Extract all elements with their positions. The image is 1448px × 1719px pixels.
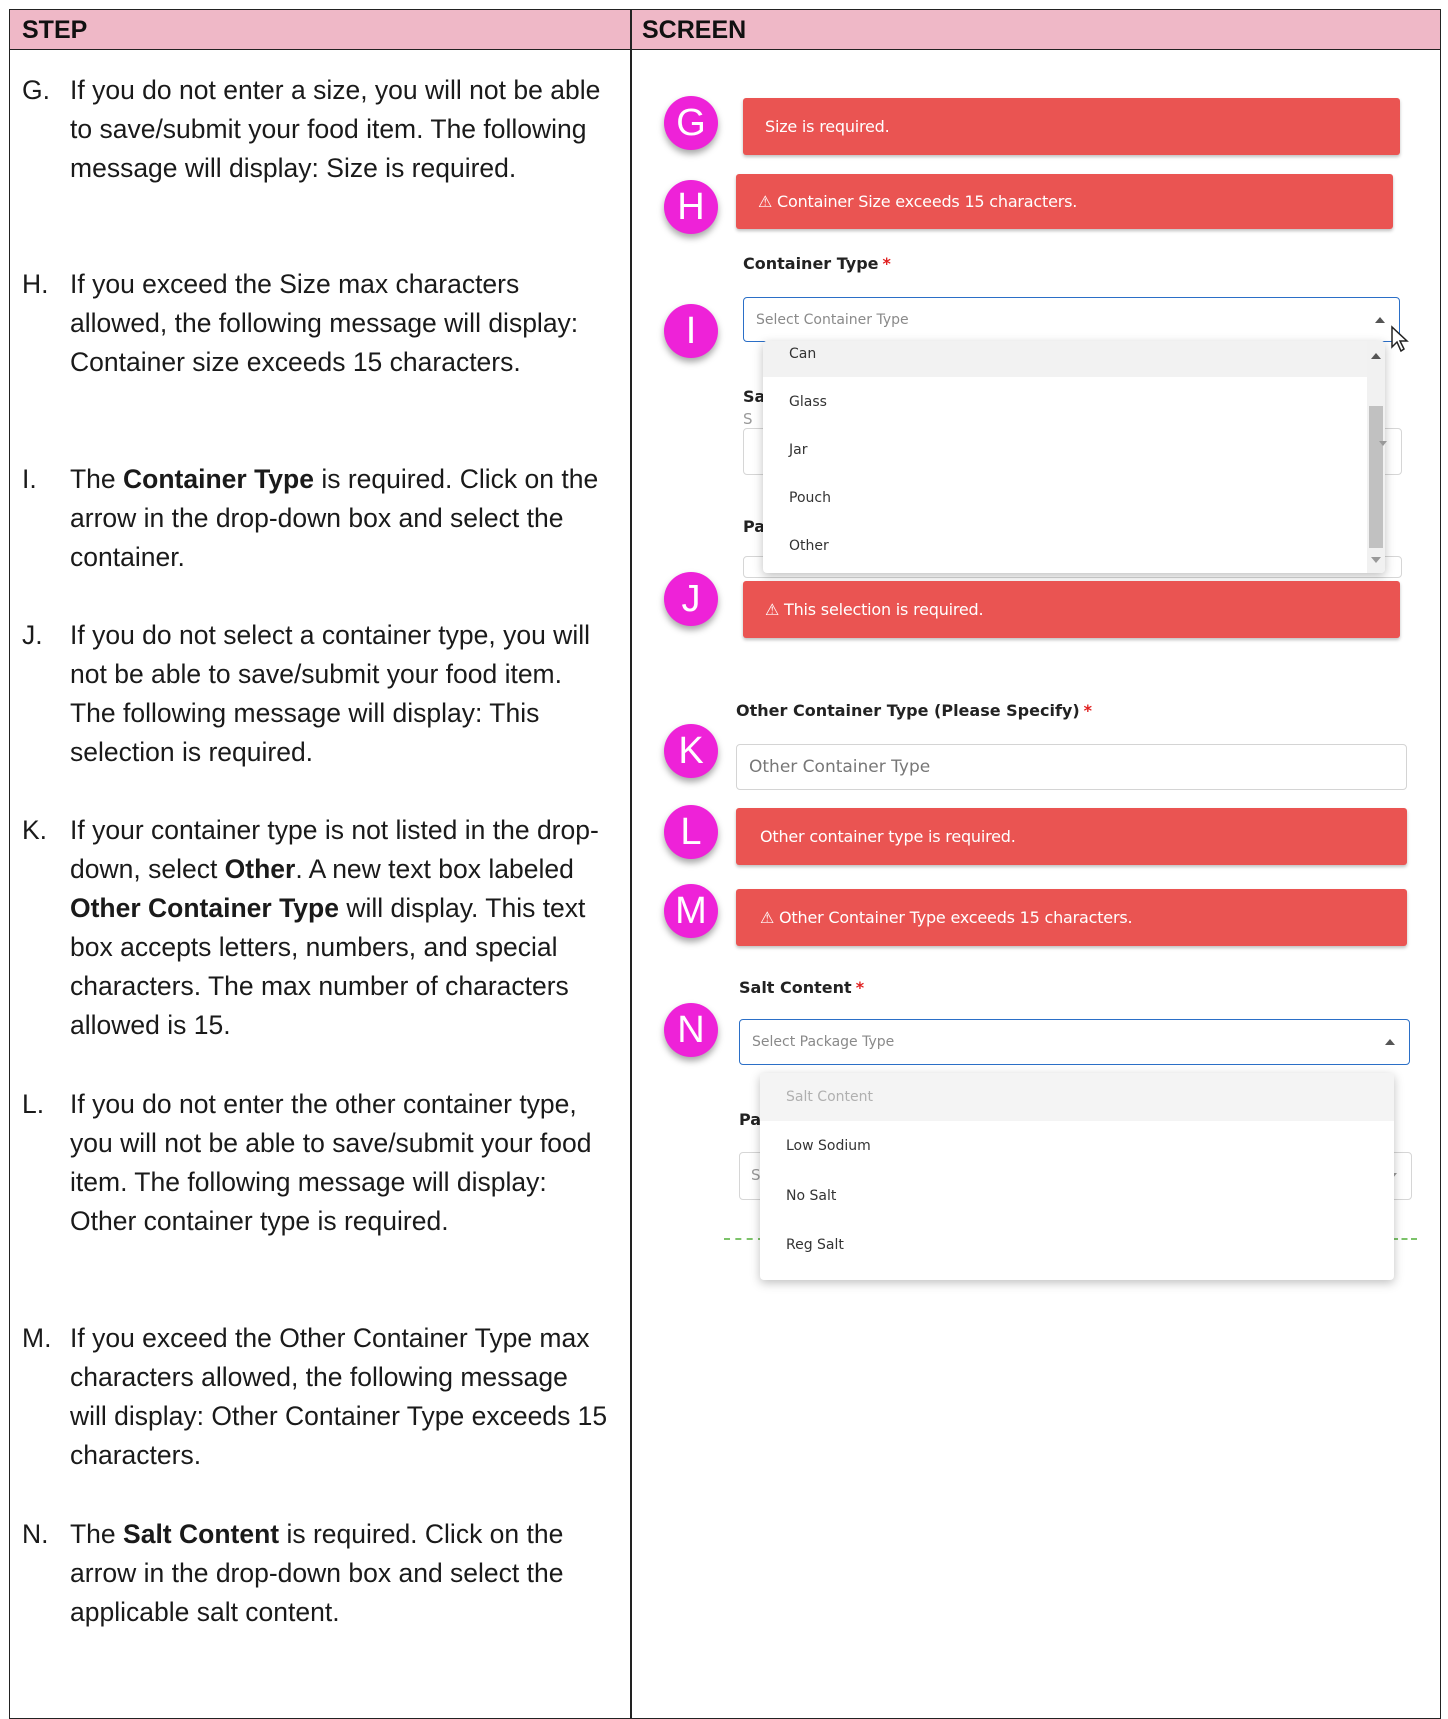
dropdown-option[interactable]: Reg Salt bbox=[786, 1237, 844, 1253]
partial-label: Sa bbox=[743, 387, 766, 406]
other-container-type-input[interactable]: Other Container Type bbox=[736, 744, 1407, 790]
dropdown-option[interactable]: No Salt bbox=[786, 1188, 836, 1204]
dropdown-option[interactable]: Pouch bbox=[789, 490, 831, 506]
caret-down-icon bbox=[1379, 441, 1387, 446]
container-size-exceeds-error: ⚠ Container Size exceeds 15 characters. bbox=[736, 174, 1393, 229]
partial-label: Pa bbox=[739, 1110, 762, 1129]
dropdown-option[interactable]: Other bbox=[789, 538, 829, 554]
dashed-divider bbox=[1392, 1238, 1417, 1240]
dropdown-option[interactable]: Glass bbox=[789, 394, 827, 410]
callout-badge-h: H bbox=[664, 180, 718, 234]
scroll-down-icon[interactable] bbox=[1371, 557, 1381, 563]
salt-content-dropdown: Salt Content Low Sodium No Salt Reg Salt bbox=[760, 1073, 1394, 1280]
caret-up-icon[interactable] bbox=[1375, 317, 1385, 323]
other-container-exceeds-error: ⚠ Other Container Type exceeds 15 charac… bbox=[736, 889, 1407, 946]
dropdown-option[interactable]: Low Sodium bbox=[786, 1138, 871, 1154]
scrollbar[interactable] bbox=[1367, 341, 1385, 573]
partial-placeholder: S bbox=[743, 410, 753, 428]
dashed-divider bbox=[724, 1238, 764, 1240]
callout-badge-k: K bbox=[664, 724, 718, 778]
size-required-error: Size is required. bbox=[743, 98, 1400, 155]
callout-badge-i: I bbox=[664, 304, 718, 358]
callout-badge-g: G bbox=[664, 96, 718, 150]
salt-content-select[interactable]: Select Package Type bbox=[739, 1019, 1410, 1065]
selection-required-error: ⚠ This selection is required. bbox=[743, 581, 1400, 638]
dropdown-option[interactable]: Can bbox=[789, 346, 816, 362]
other-container-required-error: Other container type is required. bbox=[736, 808, 1407, 865]
scrollbar-thumb[interactable] bbox=[1369, 406, 1383, 548]
dropdown-option[interactable]: Jar bbox=[789, 442, 807, 458]
callout-badge-n: N bbox=[664, 1003, 718, 1057]
screen-column: G Size is required. H ⚠ Container Size e… bbox=[0, 0, 1448, 1706]
caret-up-icon[interactable] bbox=[1385, 1039, 1395, 1045]
callout-badge-l: L bbox=[664, 805, 718, 859]
container-type-select[interactable]: Select Container Type bbox=[743, 297, 1400, 342]
mouse-cursor-icon bbox=[1391, 325, 1409, 353]
callout-badge-m: M bbox=[664, 884, 718, 938]
container-type-dropdown: Can Glass Jar Pouch Other bbox=[763, 341, 1385, 573]
select-placeholder: Select Package Type bbox=[752, 1034, 895, 1050]
container-type-label: Container Type * bbox=[743, 254, 891, 273]
salt-content-label: Salt Content * bbox=[739, 978, 865, 997]
dropdown-option-disabled: Salt Content bbox=[786, 1089, 873, 1105]
select-placeholder: Select Container Type bbox=[756, 311, 909, 328]
scroll-up-icon[interactable] bbox=[1371, 353, 1381, 359]
callout-badge-j: J bbox=[664, 572, 718, 626]
other-container-type-label: Other Container Type (Please Specify) * bbox=[736, 701, 1093, 720]
partial-label: Pa bbox=[743, 517, 766, 536]
